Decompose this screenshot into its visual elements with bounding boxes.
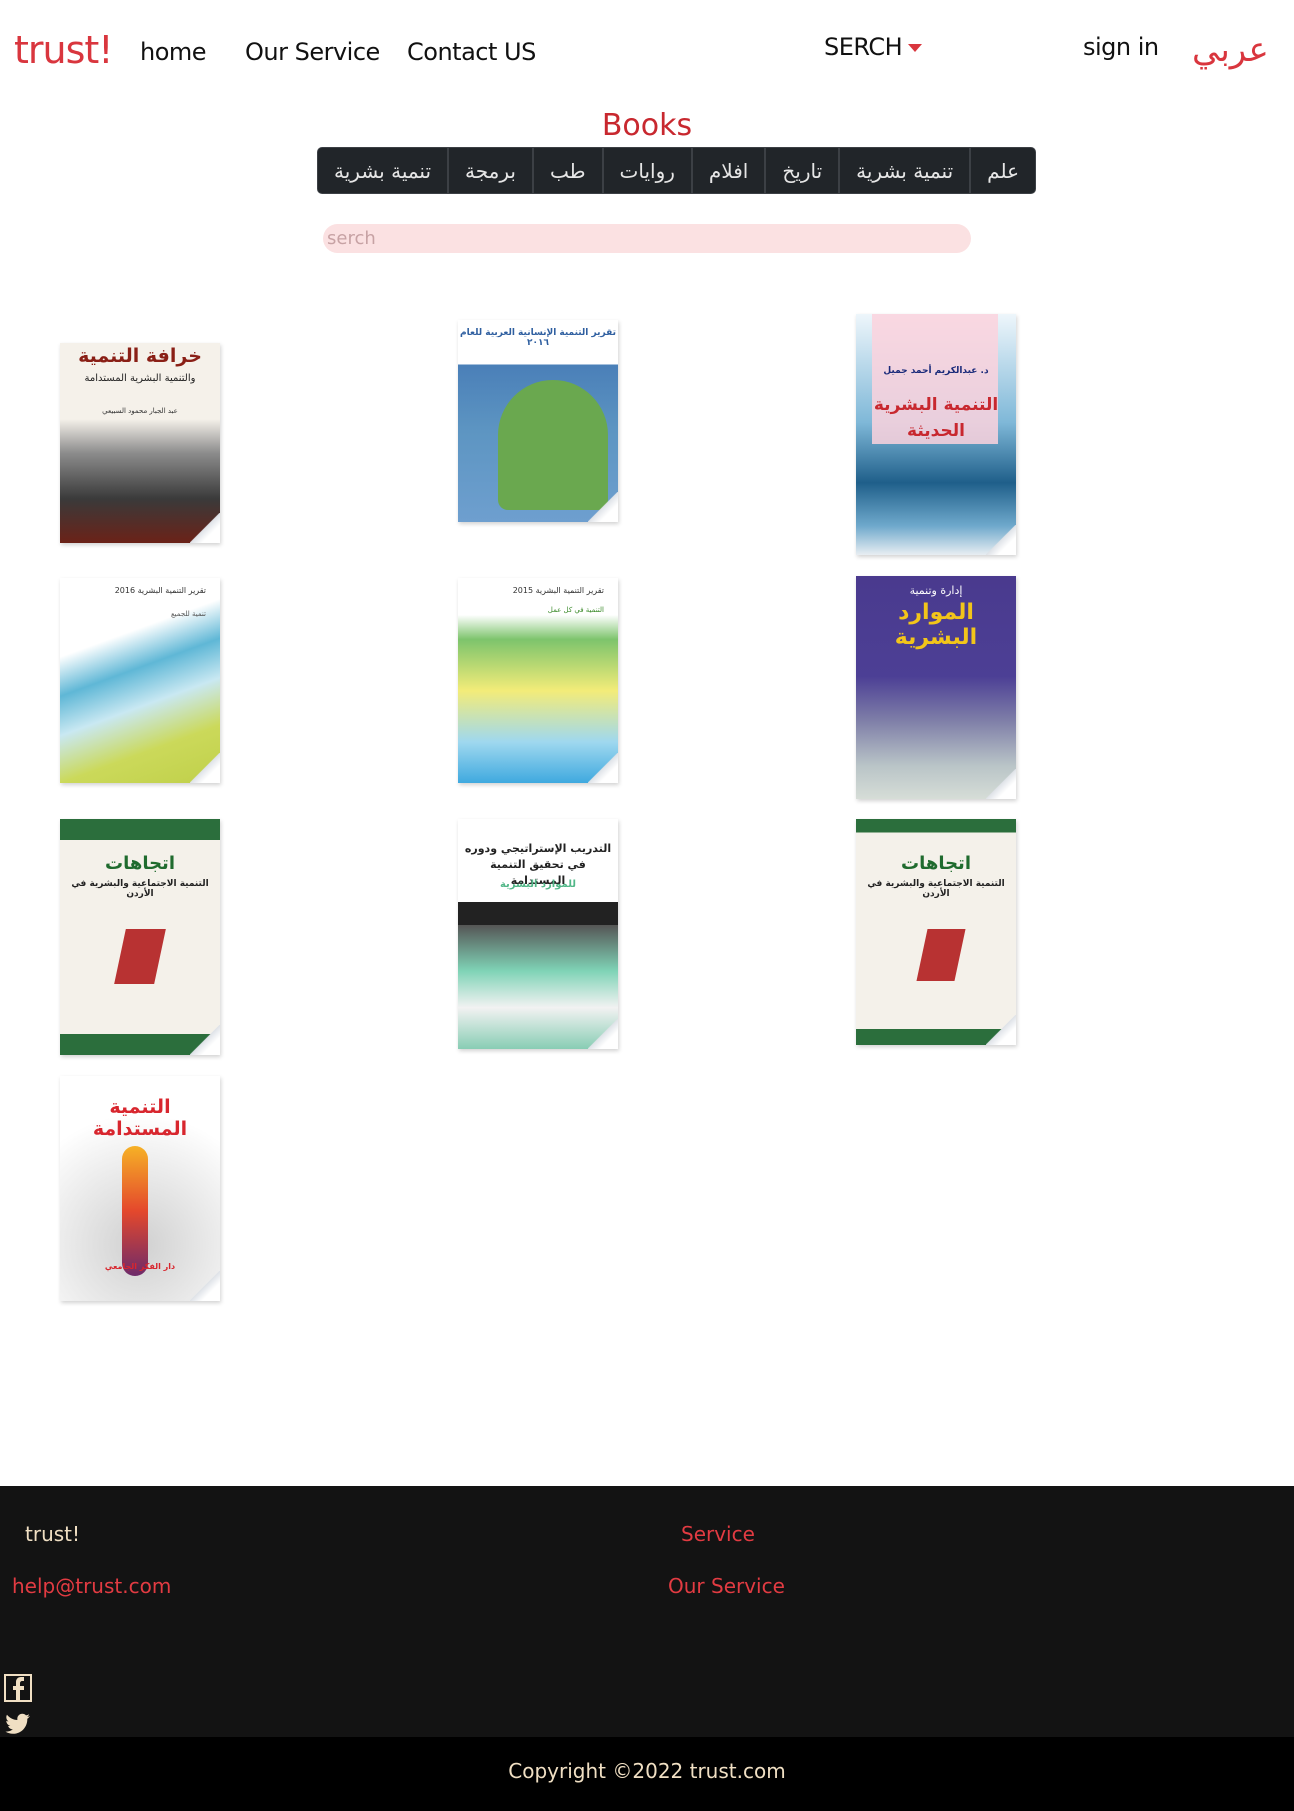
copyright-bar: Copyright ©2022 trust.com bbox=[0, 1737, 1294, 1811]
category-button[interactable]: طب bbox=[532, 147, 603, 194]
twitter-icon[interactable] bbox=[4, 1710, 32, 1738]
book-cover-author: عبد الجبار محمود السبيعي bbox=[102, 407, 178, 415]
category-button[interactable]: روايات bbox=[602, 147, 692, 194]
category-button[interactable]: افلام bbox=[691, 147, 766, 194]
book-cover-art bbox=[114, 929, 166, 984]
book-cover-title: اتجاهات bbox=[105, 853, 175, 874]
book-cover[interactable]: د. عبدالكريم أحمد جميل التنمية البشرية ا… bbox=[856, 314, 1016, 555]
page-title: Books bbox=[601, 108, 693, 143]
book-cover-publisher: دار الفكر الجامعي bbox=[104, 1262, 176, 1271]
nav-home-link[interactable]: home bbox=[140, 38, 207, 66]
book-cover-subtitle: إدارة وتنمية bbox=[909, 584, 963, 597]
footer-our-service-link[interactable]: Our Service bbox=[668, 1574, 785, 1598]
category-button[interactable]: تنمية بشرية bbox=[317, 147, 449, 194]
book-cover-art bbox=[498, 380, 608, 510]
book-cover[interactable]: التنمية المستدامة دار الفكر الجامعي bbox=[60, 1076, 220, 1301]
book-cover-title: الموارد البشرية bbox=[894, 600, 978, 650]
book-cover-author: د. عبدالكريم أحمد جميل bbox=[883, 366, 989, 376]
search-dropdown-label: SERCH bbox=[824, 33, 903, 61]
book-cover[interactable]: اتجاهات التنمية الاجتماعية والبشرية في ا… bbox=[856, 819, 1016, 1045]
brand-logo[interactable]: trust! bbox=[14, 28, 114, 72]
book-cover-subtitle: التنمية الاجتماعية والبشرية في الأردن bbox=[867, 879, 1005, 899]
book-cover-title: التنمية المستدامة bbox=[92, 1096, 188, 1140]
book-cover-title: تقرير التنمية البشرية 2016 bbox=[114, 586, 206, 595]
book-cover-subtitle: التنمية في كل عمل bbox=[547, 606, 604, 614]
category-button[interactable]: برمجة bbox=[448, 147, 533, 194]
book-cover-title: اتجاهات bbox=[901, 853, 971, 874]
nav-contact-us-link[interactable]: Contact US bbox=[407, 38, 536, 66]
search-dropdown[interactable]: SERCH bbox=[824, 33, 923, 61]
book-cover-subtitle: التنمية الاجتماعية والبشرية في الأردن bbox=[71, 879, 209, 899]
book-cover-title: خرافة التنمية bbox=[78, 345, 202, 367]
book-cover[interactable]: تقرير التنمية البشرية 2016 تنمية للجميع bbox=[60, 578, 220, 783]
category-button[interactable]: تنمية بشرية bbox=[839, 147, 971, 194]
book-cover[interactable]: تقرير التنمية الإنسانية العربية للعام ٢٠… bbox=[458, 320, 618, 522]
book-cover[interactable]: تقرير التنمية البشرية 2015 التنمية في كل… bbox=[458, 578, 618, 783]
nav-our-service-link[interactable]: Our Service bbox=[245, 38, 380, 66]
book-cover[interactable]: التدريب الإستراتيجي ودوره في تحقيق التنم… bbox=[458, 819, 618, 1049]
site-footer: trust! help@trust.com Service Our Servic… bbox=[0, 1486, 1294, 1737]
book-cover[interactable]: خرافة التنمية والتنمية البشرية المستدامة… bbox=[60, 343, 220, 543]
book-search-input[interactable] bbox=[323, 224, 971, 253]
book-cover-subtitle: للموارد البشرية bbox=[499, 879, 577, 890]
book-cover[interactable]: اتجاهات التنمية الاجتماعية والبشرية في ا… bbox=[60, 819, 220, 1055]
category-button[interactable]: تاريخ bbox=[765, 147, 840, 194]
book-cover-art bbox=[916, 929, 966, 981]
footer-brand: trust! bbox=[25, 1522, 81, 1546]
language-switch-link[interactable]: عربي bbox=[1192, 30, 1269, 70]
book-cover-subtitle: تنمية للجميع bbox=[170, 610, 206, 618]
caret-down-icon bbox=[908, 44, 923, 52]
book-cover-title: تقرير التنمية الإنسانية العربية للعام ٢٠… bbox=[460, 328, 616, 348]
sign-in-link[interactable]: sign in bbox=[1083, 33, 1159, 61]
copyright-text: Copyright ©2022 trust.com bbox=[508, 1759, 786, 1783]
book-cover[interactable]: إدارة وتنمية الموارد البشرية bbox=[856, 576, 1016, 799]
book-cover-title: التنمية البشرية الحديثة bbox=[873, 395, 999, 441]
book-cover-title: تقرير التنمية البشرية 2015 bbox=[512, 586, 604, 595]
book-cover-subtitle: والتنمية البشرية المستدامة bbox=[84, 373, 196, 384]
facebook-icon[interactable] bbox=[4, 1674, 32, 1702]
category-button-group: تنمية بشرية برمجة طب روايات افلام تاريخ … bbox=[317, 147, 1037, 194]
footer-email-link[interactable]: help@trust.com bbox=[12, 1574, 171, 1598]
category-button[interactable]: علم bbox=[970, 147, 1037, 194]
book-cover-art bbox=[122, 1146, 148, 1276]
footer-service-heading: Service bbox=[681, 1522, 755, 1546]
